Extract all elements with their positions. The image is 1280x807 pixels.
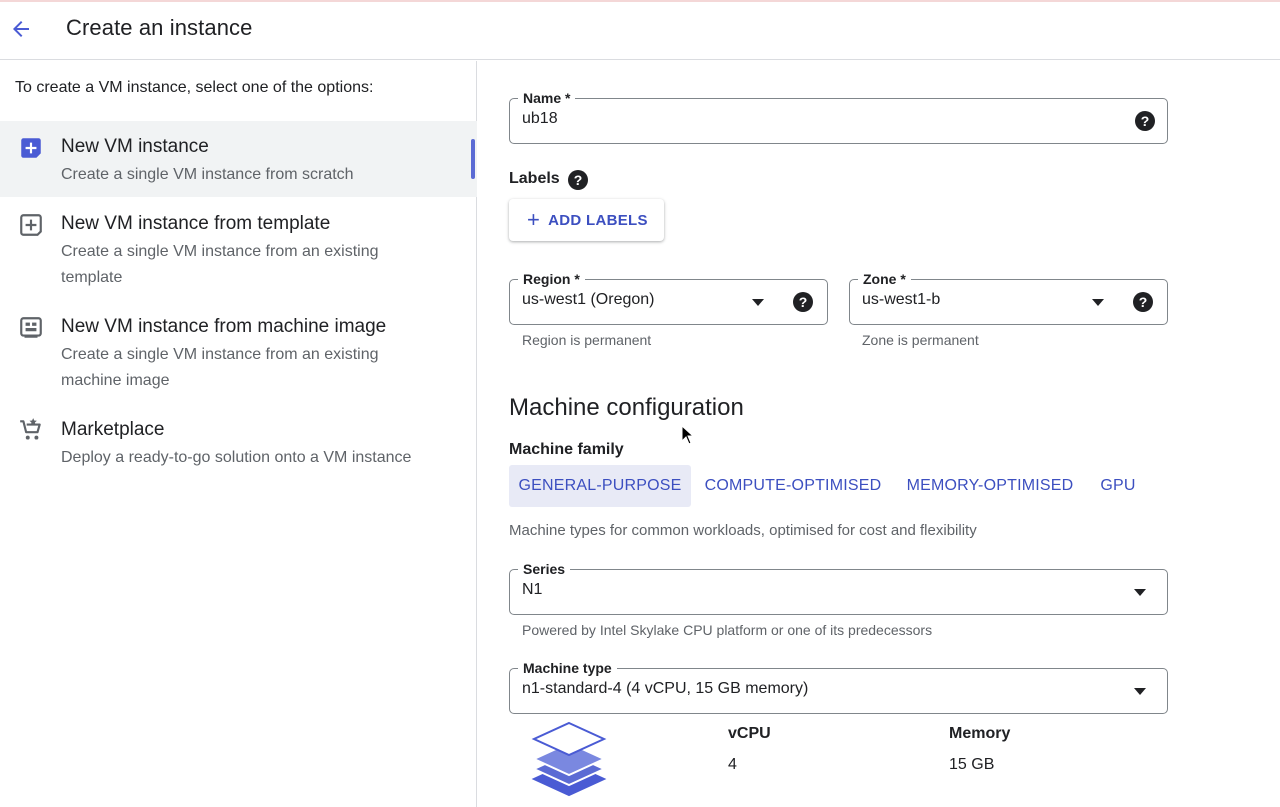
template-icon — [20, 214, 42, 236]
machine-type-label: Machine type — [518, 659, 617, 677]
region-value: us-west1 (Oregon) — [522, 291, 655, 308]
zone-label: Zone * — [858, 270, 911, 288]
series-label: Series — [518, 560, 571, 578]
region-hint: Region is permanent — [522, 332, 652, 348]
add-labels-button[interactable]: + ADD LABELS — [509, 199, 664, 241]
zone-value: us-west1-b — [862, 291, 941, 308]
selected-indicator — [471, 139, 475, 179]
machine-family-label: Machine family — [509, 441, 624, 458]
option-title: New VM instance from template — [61, 213, 331, 234]
labels-help-icon[interactable]: ? — [568, 170, 588, 190]
memory-label: Memory — [949, 725, 1011, 742]
chevron-down-icon — [1134, 688, 1146, 695]
plus-icon: + — [527, 207, 541, 232]
series-select[interactable]: Series N1 — [509, 560, 1168, 615]
series-hint: Powered by Intel Skylake CPU platform or… — [522, 622, 933, 638]
labels-title: Labels — [509, 170, 560, 187]
page-title: Create an instance — [66, 15, 253, 40]
option-desc: Create a single VM instance from an exis… — [61, 346, 379, 389]
option-title: New VM instance — [61, 136, 209, 157]
option-desc: Deploy a ready-to-go solution onto a VM … — [61, 449, 412, 466]
tab-memory-optimised[interactable]: MEMORY-OPTIMISED — [899, 465, 1081, 507]
series-value: N1 — [522, 581, 543, 598]
name-field-label: Name * — [518, 89, 576, 107]
zone-hint: Zone is permanent — [862, 332, 979, 348]
option-new-vm-instance[interactable]: New VM instance Create a single VM insta… — [0, 121, 477, 197]
vcpu-value: 4 — [728, 756, 737, 773]
machine-type-value: n1-standard-4 (4 vCPU, 15 GB memory) — [522, 680, 809, 697]
tab-gpu[interactable]: GPU — [1091, 465, 1145, 507]
options-intro: To create a VM instance, select one of t… — [15, 79, 374, 96]
chevron-down-icon — [1092, 299, 1104, 306]
option-title: New VM instance from machine image — [61, 316, 387, 337]
chevron-down-icon — [752, 299, 764, 306]
name-field[interactable]: Name * ub18 ? — [509, 89, 1168, 144]
option-desc: Create a single VM instance from an exis… — [61, 243, 379, 286]
machine-family-desc: Machine types for common workloads, opti… — [509, 522, 977, 539]
back-button[interactable] — [6, 14, 36, 44]
layers-icon — [531, 721, 607, 797]
help-icon[interactable]: ? — [1133, 292, 1153, 312]
zone-select[interactable]: Zone * us-west1-b ? — [849, 270, 1168, 325]
arrow-back-icon — [13, 21, 29, 37]
help-icon[interactable]: ? — [793, 292, 813, 312]
mouse-cursor-icon — [681, 425, 695, 445]
region-select[interactable]: Region * us-west1 (Oregon) ? — [509, 270, 828, 325]
page-header: Create an instance — [0, 2, 1280, 60]
help-icon[interactable]: ? — [1135, 111, 1155, 131]
add-labels-label: ADD LABELS — [548, 211, 648, 229]
option-marketplace[interactable]: Marketplace Deploy a ready-to-go solutio… — [0, 404, 477, 480]
name-input-value[interactable]: ub18 — [522, 110, 558, 128]
region-label: Region * — [518, 270, 585, 288]
option-new-vm-from-machine-image[interactable]: New VM instance from machine image Creat… — [0, 301, 477, 403]
machine-config-title: Machine configuration — [509, 394, 744, 421]
machine-type-select[interactable]: Machine type n1-standard-4 (4 vCPU, 15 G… — [509, 659, 1168, 714]
option-new-vm-from-template[interactable]: New VM instance from template Create a s… — [0, 198, 477, 300]
option-desc: Create a single VM instance from scratch — [61, 166, 354, 183]
add-box-icon — [21, 138, 41, 158]
creation-options-pane: To create a VM instance, select one of t… — [0, 61, 477, 807]
vcpu-label: vCPU — [728, 725, 771, 742]
instance-form: Name * ub18 ? Labels ? + ADD LABELS Regi… — [478, 61, 1280, 807]
chevron-down-icon — [1134, 589, 1146, 596]
memory-value: 15 GB — [949, 756, 995, 773]
option-title: Marketplace — [61, 419, 165, 440]
machine-image-icon — [20, 317, 42, 338]
tab-compute-optimised[interactable]: COMPUTE-OPTIMISED — [698, 465, 888, 507]
tab-general-purpose[interactable]: GENERAL-PURPOSE — [509, 465, 691, 507]
cart-icon — [20, 418, 41, 440]
